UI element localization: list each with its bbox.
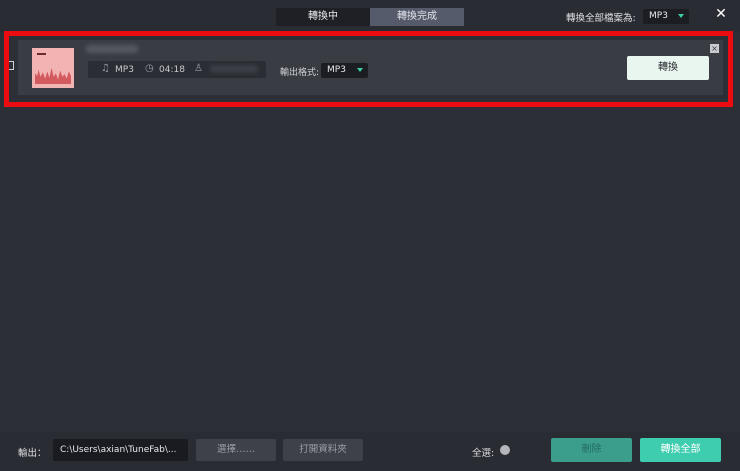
output-path-field[interactable]: C:\Users\axian\TuneFab\...	[53, 439, 188, 461]
highlight-box	[4, 31, 733, 107]
convert-all-button[interactable]: 轉換全部	[640, 438, 721, 462]
choose-button[interactable]: 選擇……	[196, 439, 276, 461]
delete-button[interactable]: 刪除	[551, 438, 632, 462]
select-all-label: 全選:	[472, 448, 495, 459]
convert-all-format-select[interactable]: MP3	[643, 9, 689, 24]
output-label: 輸出：	[18, 448, 47, 459]
tab-converting[interactable]: 轉換中	[276, 8, 370, 26]
open-folder-button[interactable]: 打開資料夾	[283, 439, 363, 461]
select-all-radio[interactable]	[500, 445, 510, 455]
chevron-down-icon	[678, 14, 684, 18]
tab-converted[interactable]: 轉換完成	[370, 8, 464, 26]
close-icon[interactable]: ✕	[713, 6, 729, 22]
convert-all-format-value: MP3	[649, 11, 668, 21]
convert-all-format-label: 轉換全部檔案為:	[566, 13, 636, 24]
